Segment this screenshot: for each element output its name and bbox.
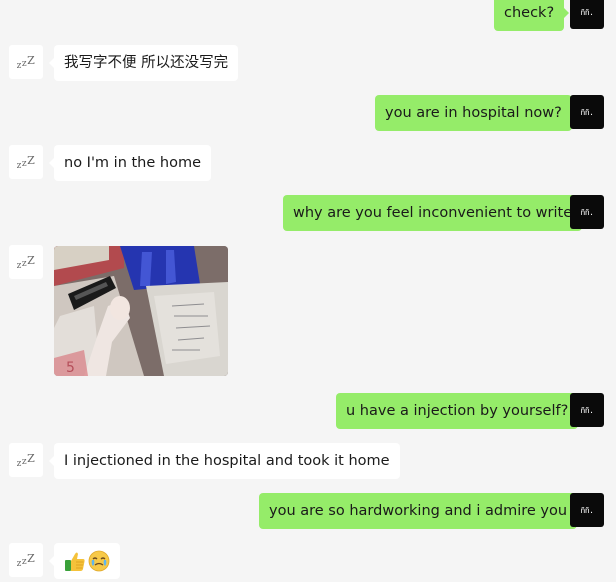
photo-image: 5: [54, 246, 228, 376]
own-avatar[interactable]: ññ.: [570, 493, 604, 527]
thumbs-up-icon: [65, 552, 85, 571]
message-bubble-own[interactable]: check?: [494, 0, 570, 31]
message-bubble-contact[interactable]: no I'm in the home: [48, 145, 212, 181]
contact-avatar[interactable]: zzZ: [9, 443, 43, 477]
own-avatar[interactable]: ññ.: [570, 95, 604, 129]
contact-avatar-text: zzZ: [16, 53, 36, 71]
contact-avatar[interactable]: zzZ: [9, 45, 43, 79]
contact-avatar[interactable]: zzZ: [9, 245, 43, 279]
emoji-message[interactable]: [49, 543, 120, 579]
contact-avatar[interactable]: zzZ: [9, 543, 43, 577]
svg-text:5: 5: [66, 360, 75, 376]
contact-avatar-text: zzZ: [16, 551, 36, 569]
contact-avatar-text: zzZ: [16, 253, 36, 271]
crying-face-icon: [88, 550, 110, 572]
own-avatar-text: ññ.: [580, 505, 594, 515]
message-bubble-own[interactable]: you are in hospital now?: [375, 95, 577, 131]
own-avatar-text: ññ.: [580, 207, 594, 217]
own-avatar[interactable]: ññ.: [570, 393, 604, 427]
own-avatar[interactable]: ññ.: [570, 195, 604, 229]
message-bubble-contact[interactable]: I injectioned in the hospital and took i…: [49, 443, 400, 479]
contact-avatar[interactable]: zzZ: [9, 145, 43, 179]
own-avatar[interactable]: ññ.: [570, 0, 604, 29]
own-avatar-text: ññ.: [580, 7, 594, 17]
contact-avatar-text: zzZ: [16, 153, 36, 171]
image-message[interactable]: 5: [54, 246, 228, 376]
own-avatar-text: ññ.: [580, 107, 594, 117]
contact-avatar-text: zzZ: [16, 451, 36, 469]
message-bubble-contact[interactable]: 我写字不便 所以还没写完: [48, 45, 239, 81]
own-avatar-text: ññ.: [580, 405, 594, 415]
message-bubble-own[interactable]: u have a injection by yourself?: [336, 393, 584, 429]
message-bubble-own[interactable]: you are so hardworking and i admire you: [259, 493, 583, 529]
message-bubble-own[interactable]: why are you feel inconvenient to write: [283, 195, 588, 231]
